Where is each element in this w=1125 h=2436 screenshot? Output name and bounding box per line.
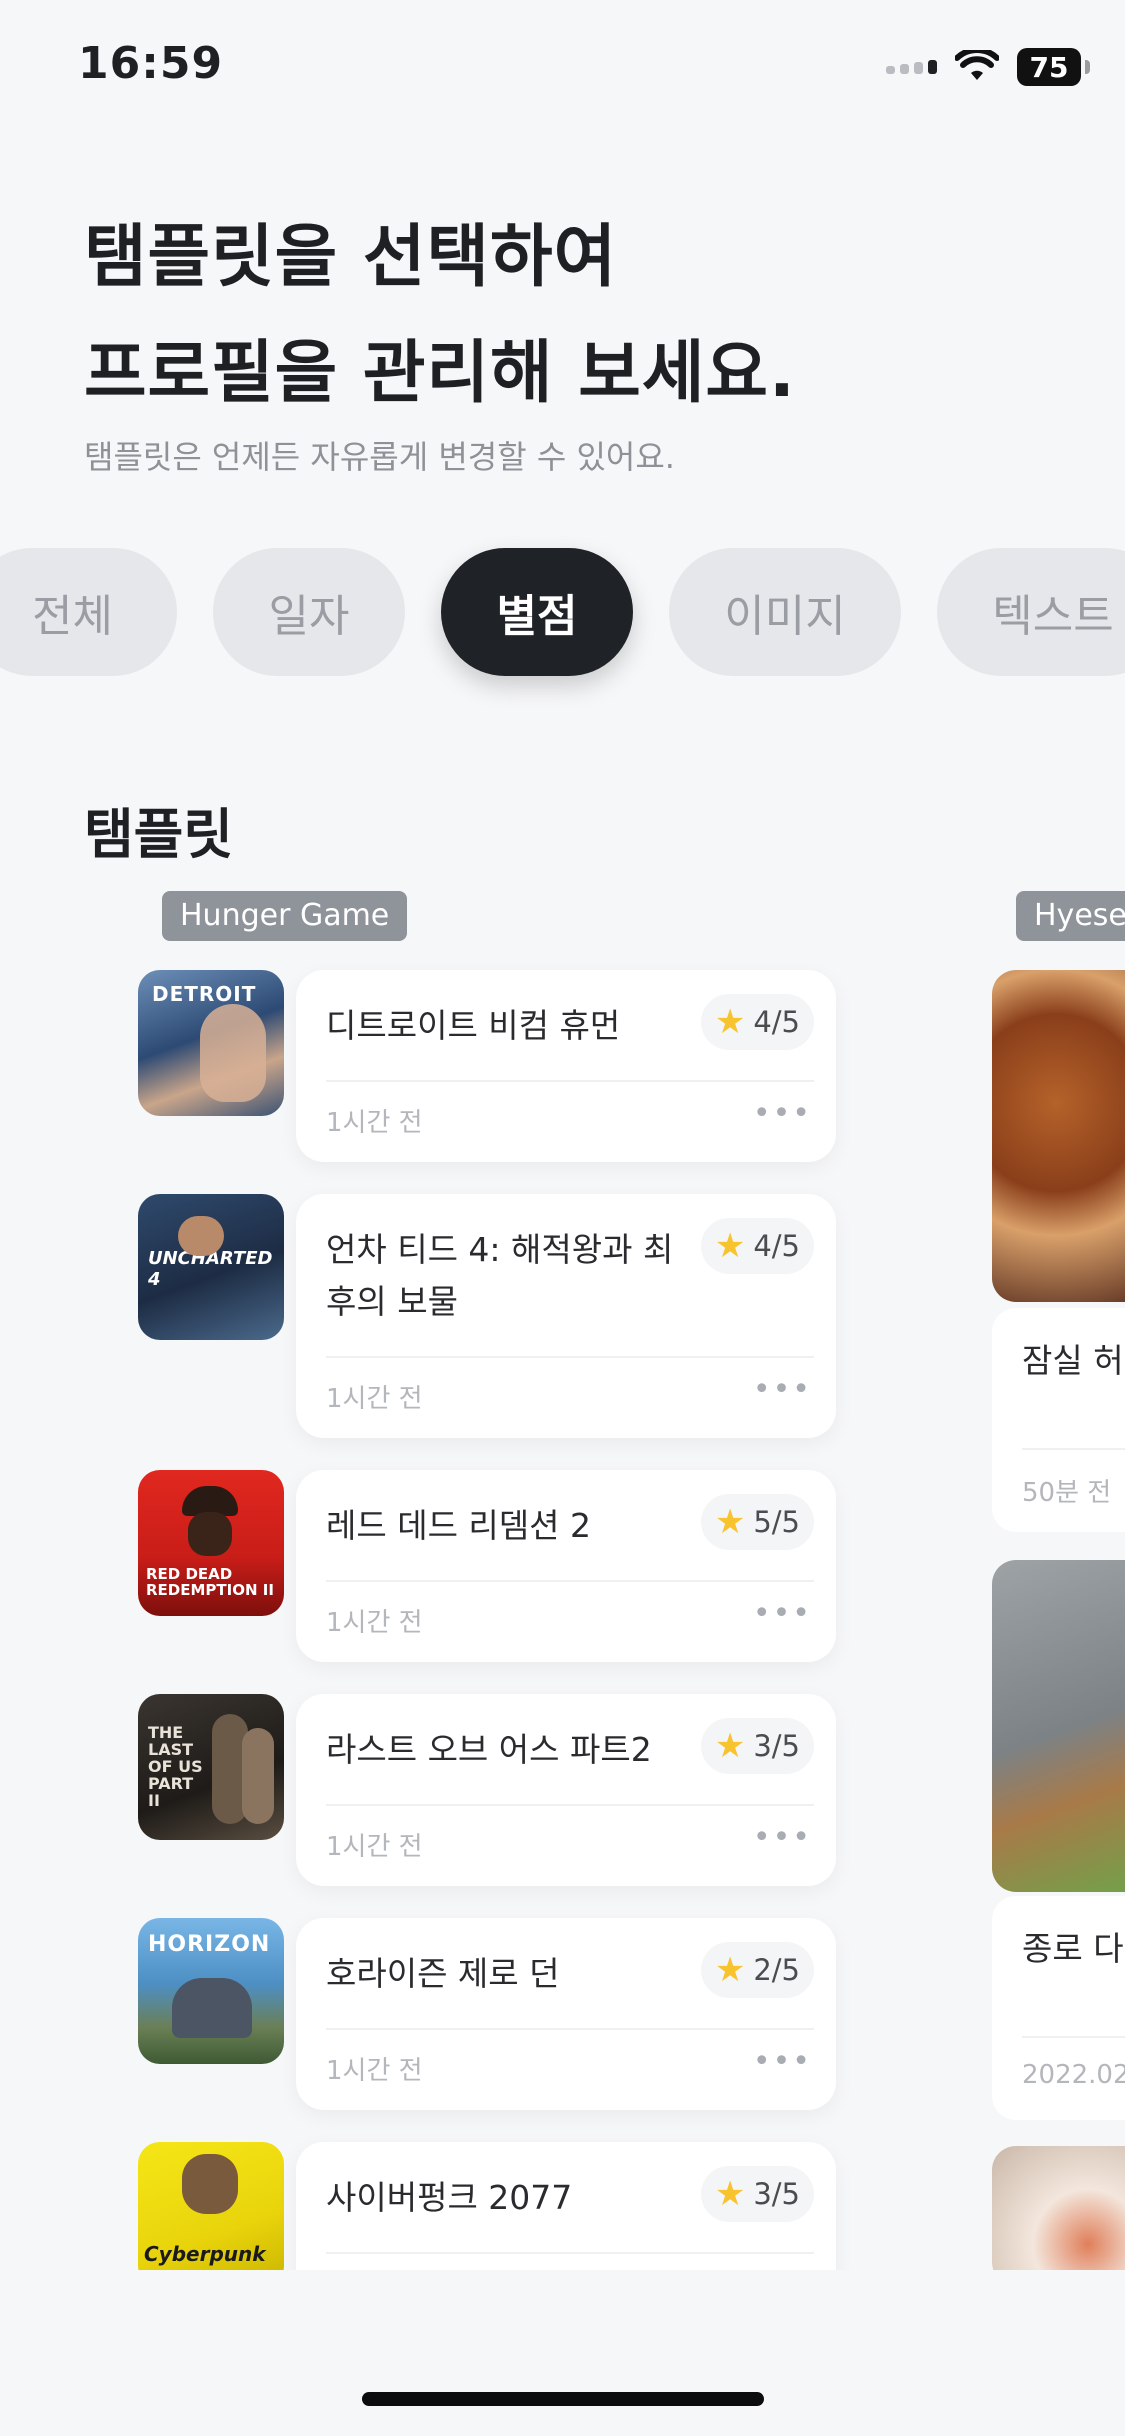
more-dots-icon[interactable]: ••• — [753, 2044, 812, 2079]
signal-icon — [886, 60, 937, 74]
card-title: 레드 데드 리뎀션 2 — [326, 1506, 591, 1545]
rating-value: 5/5 — [753, 1505, 800, 1539]
rating-badge: ★ 3/5 — [700, 2166, 814, 2222]
template-card[interactable]: 디트로이트 비컴 휴먼 ★ 4/5 1시간 전 ••• — [296, 970, 836, 1162]
wifi-icon — [955, 50, 999, 80]
divider — [326, 1580, 814, 1582]
card-title: 종로 다 — [1022, 1929, 1124, 1968]
card-time: 2022.02 — [1022, 2060, 1125, 2090]
card-title: 라스트 오브 어스 파트2 — [326, 1730, 652, 1769]
food-image — [992, 2146, 1125, 2286]
rating-badge: ★ 2/5 — [700, 1942, 814, 1998]
divider — [326, 1080, 814, 1082]
template-card[interactable]: 언차 티드 4: 해적왕과 최후의 보물 ★ 4/5 1시간 전 ••• — [296, 1194, 836, 1438]
rating-value: 3/5 — [753, 2177, 800, 2211]
status-icons: 75 — [886, 48, 1090, 86]
card-time: 1시간 전 — [326, 1608, 423, 1638]
divider — [326, 1804, 814, 1806]
game-thumbnail: THE LAST OF US PART II — [138, 1694, 284, 1840]
game-thumbnail: DETROIT — [138, 970, 284, 1116]
rating-value: 4/5 — [753, 1229, 800, 1263]
game-thumbnail: RED DEAD REDEMPTION II — [138, 1470, 284, 1616]
game-thumbnail: HORIZON — [138, 1918, 284, 2064]
divider — [326, 2028, 814, 2030]
bottom-safe-area — [0, 2270, 1125, 2436]
card-title: 사이버펑크 2077 — [326, 2178, 573, 2217]
more-dots-icon[interactable]: ••• — [753, 1372, 812, 1407]
thumb-label: Cyberpunk — [144, 2242, 266, 2266]
page-title: 탬플릿을 선택하여 프로필을 관리해 보세요. — [84, 200, 796, 432]
divider — [326, 1356, 814, 1358]
star-icon: ★ — [714, 1002, 746, 1042]
divider — [1022, 2036, 1125, 2038]
filter-chip-text[interactable]: 텍스트 — [937, 548, 1125, 676]
card-time: 1시간 전 — [326, 2056, 423, 2086]
rating-value: 2/5 — [753, 1953, 800, 1987]
card-time: 50분 전 — [1022, 1478, 1112, 1508]
rating-badge: ★ 5/5 — [700, 1494, 814, 1550]
page-title-line-1: 탬플릿을 선택하여 — [84, 218, 618, 297]
rating-badge: ★ 4/5 — [700, 994, 814, 1050]
star-icon: ★ — [714, 2174, 746, 2214]
rating-badge: ★ 4/5 — [700, 1218, 814, 1274]
filter-chip-date[interactable]: 일자 — [213, 548, 405, 676]
card-title: 호라이즌 제로 던 — [326, 1954, 560, 1993]
page-title-line-2: 프로필을 관리해 보세요. — [84, 334, 796, 413]
thumb-label: THE LAST OF US PART II — [148, 1723, 203, 1810]
template-card[interactable]: 라스트 오브 어스 파트2 ★ 3/5 1시간 전 ••• — [296, 1694, 836, 1886]
rating-value: 3/5 — [753, 1729, 800, 1763]
battery-icon: 75 — [1017, 48, 1090, 86]
food-image — [992, 1560, 1125, 1892]
star-icon: ★ — [714, 1726, 746, 1766]
divider — [1022, 1448, 1125, 1450]
template-card[interactable]: 호라이즌 제로 던 ★ 2/5 1시간 전 ••• — [296, 1918, 836, 2110]
game-thumbnail: Cyberpunk — [138, 2142, 284, 2288]
status-time: 16:59 — [78, 38, 224, 89]
template-select-screen: 16:59 75 탬플릿을 선택하여 프로필을 관리해 보세요. 탬플릿은 언제… — [0, 0, 1125, 2436]
filter-chip-rating[interactable]: 별점 — [441, 548, 633, 676]
filter-chip-image[interactable]: 이미지 — [669, 548, 901, 676]
card-time: 1시간 전 — [326, 1384, 423, 1414]
template-tag[interactable]: Hunger Game — [162, 891, 408, 941]
card-title: 잠실 허 — [1022, 1341, 1124, 1380]
more-dots-icon[interactable]: ••• — [753, 1596, 812, 1631]
template-card[interactable]: 잠실 허 50분 전 — [992, 1308, 1125, 1532]
more-dots-icon[interactable]: ••• — [753, 1096, 812, 1131]
filter-chip-all[interactable]: 전체 — [0, 548, 177, 676]
divider — [326, 2252, 814, 2254]
food-image — [992, 970, 1125, 1302]
page-subtitle: 탬플릿은 언제든 자유롭게 변경할 수 있어요. — [84, 438, 675, 476]
star-icon: ★ — [714, 1502, 746, 1542]
rating-value: 4/5 — [753, 1005, 800, 1039]
game-thumbnail: UNCHARTED 4 — [138, 1194, 284, 1340]
star-icon: ★ — [714, 1226, 746, 1266]
more-dots-icon[interactable]: ••• — [753, 1820, 812, 1855]
star-icon: ★ — [714, 1950, 746, 1990]
card-time: 1시간 전 — [326, 1832, 423, 1862]
card-title: 디트로이트 비컴 휴먼 — [326, 1006, 621, 1045]
section-title: 탬플릿 — [84, 803, 234, 866]
template-tag[interactable]: Hyesec — [1016, 891, 1125, 941]
template-card[interactable]: 종로 다 2022.02 — [992, 1896, 1125, 2120]
card-time: 1시간 전 — [326, 1108, 423, 1138]
thumb-label: HORIZON — [148, 1932, 271, 1957]
home-indicator[interactable] — [362, 2392, 764, 2406]
template-card[interactable]: 레드 데드 리뎀션 2 ★ 5/5 1시간 전 ••• — [296, 1470, 836, 1662]
filter-chip-bar: 전체 일자 별점 이미지 텍스트 — [0, 548, 1125, 676]
thumb-label: RED DEAD REDEMPTION II — [146, 1565, 274, 1599]
thumb-label: UNCHARTED 4 — [148, 1248, 273, 1290]
thumb-label: DETROIT — [152, 982, 257, 1006]
rating-badge: ★ 3/5 — [700, 1718, 814, 1774]
card-title: 언차 티드 4: 해적왕과 최후의 보물 — [326, 1230, 674, 1321]
